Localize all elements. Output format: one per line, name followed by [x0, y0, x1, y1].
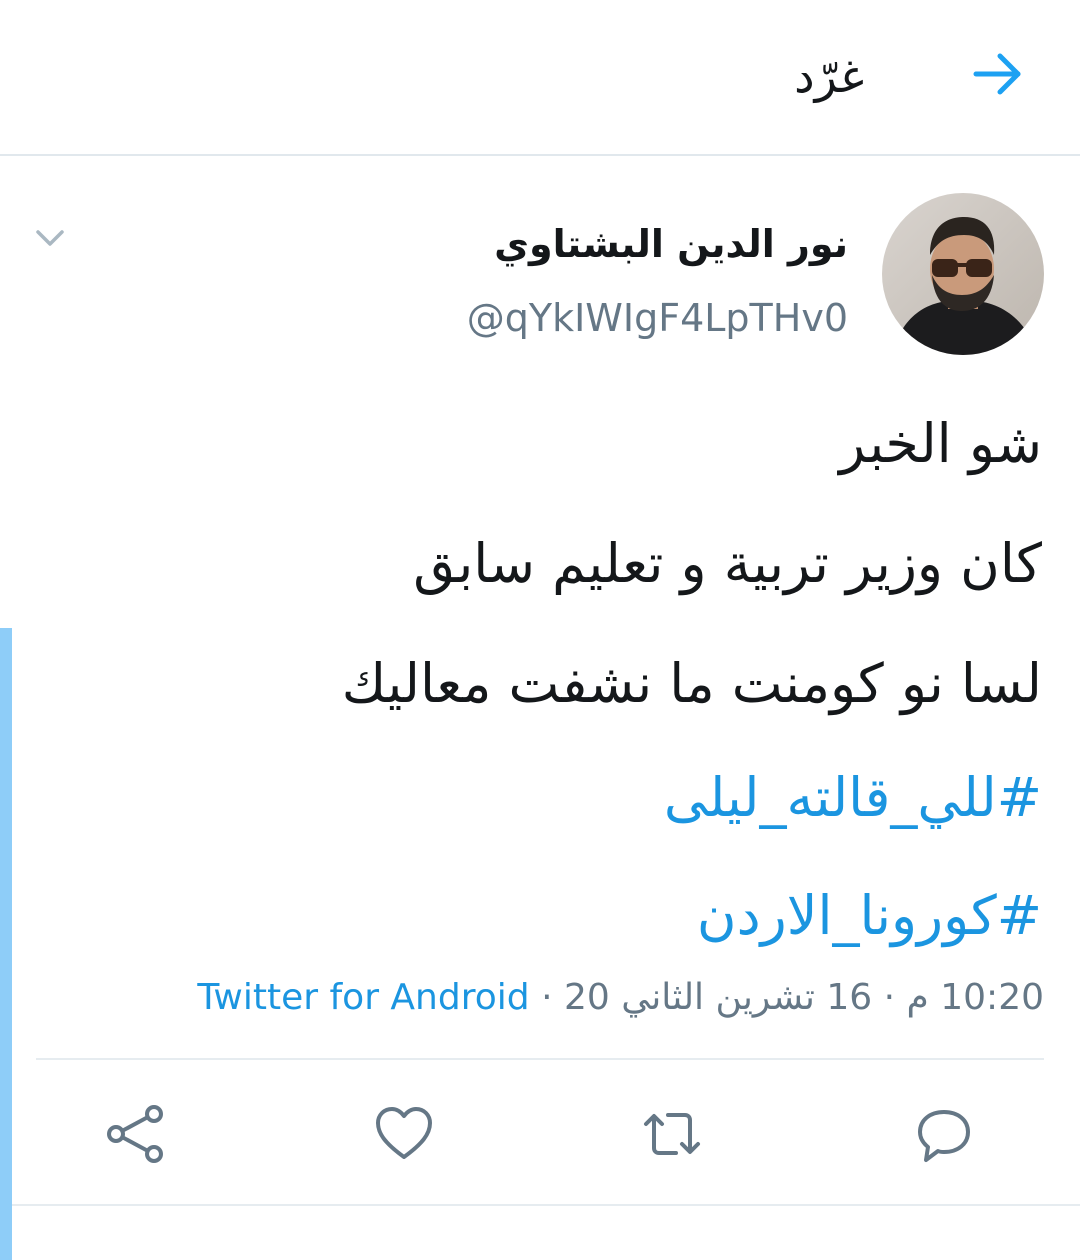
hashtag-link[interactable]: #كورونا_الاردن: [697, 880, 1042, 952]
scroll-accent-bar: [0, 628, 12, 1260]
retweet-button[interactable]: [640, 1102, 704, 1166]
reply-icon: [918, 1110, 970, 1162]
back-button[interactable]: [970, 46, 1026, 102]
retweet-icon: [644, 1113, 700, 1155]
divider: [36, 1058, 1044, 1060]
tweet-meta: 10:20 م · 16 تشرين الثاني 20 · Twitter f…: [197, 972, 1044, 1024]
tweet-menu-button[interactable]: [30, 218, 70, 258]
share-icon: [107, 1105, 163, 1163]
top-bar: غرّد: [0, 0, 1080, 156]
chevron-down-icon: [36, 230, 64, 246]
like-button[interactable]: [372, 1102, 436, 1166]
tweet-source-link[interactable]: Twitter for Android: [197, 977, 529, 1018]
author-handle[interactable]: @qYkIWIgF4LpTHv0: [467, 292, 848, 344]
avatar-photo: [882, 193, 1044, 355]
avatar[interactable]: [882, 193, 1044, 355]
heart-icon: [376, 1107, 432, 1159]
author-name[interactable]: نور الدين البشتاوي: [494, 218, 848, 270]
tweet-text-line: لسا نو كومنت ما نشفت معاليك: [341, 652, 1042, 715]
share-button[interactable]: [104, 1102, 168, 1166]
arrow-right-icon: [973, 53, 1021, 95]
tweet-text-line: كان وزير تربية و تعليم سابق: [413, 532, 1042, 595]
reply-button[interactable]: [912, 1102, 976, 1166]
tweet-detail-screen: غرّد نور الدين البشتاوي @qYkIWIgF4LpTHv0…: [0, 0, 1080, 1260]
tweet-timestamp: 10:20 م · 16 تشرين الثاني 20 ·: [529, 977, 1044, 1018]
tweet-text-line: شو الخبر: [839, 412, 1042, 475]
hashtag-link[interactable]: #للي_قالته_ليلى: [664, 762, 1042, 834]
divider: [12, 1204, 1080, 1206]
page-title: غرّد: [794, 49, 864, 103]
